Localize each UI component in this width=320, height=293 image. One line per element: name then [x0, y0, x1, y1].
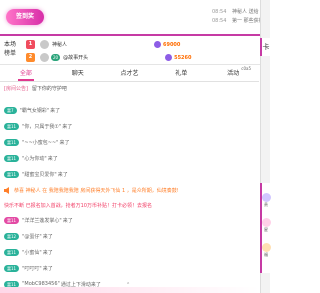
rail-mid-panel: 贵 星 福 [260, 183, 271, 273]
rank-title: 本场榜单 [4, 41, 17, 57]
join-text: 来了 [62, 217, 73, 224]
username[interactable]: "小蜜仙" [22, 249, 42, 256]
horn-icon [4, 186, 9, 194]
join-text: 来了 [42, 233, 53, 240]
level-badge: 富11 [4, 170, 20, 178]
join-text: 来了 [59, 139, 70, 146]
coin-icon [154, 41, 161, 48]
banner-message: 08:54 神秘人 送给 专属 [212, 8, 262, 17]
bottom-bar [0, 287, 259, 293]
tab-talent[interactable]: 点才艺 [104, 66, 156, 81]
rail-icon-2[interactable] [262, 218, 271, 227]
tabs-badge: c0a5 [241, 66, 251, 71]
level-badge: 富12 [4, 232, 20, 240]
username[interactable]: "~~小蜜包~~" [22, 139, 58, 146]
username[interactable]: "霸气女钢彩" [20, 107, 50, 114]
username[interactable]: "@蛋仔" [22, 233, 42, 240]
banner-message-time: 08:54 [212, 18, 227, 24]
join-text: 来了 [62, 123, 73, 130]
chat-message: 富11 "~~小蜜包~~" 来了 [4, 137, 69, 147]
banner-messages: 08:54 神秘人 送给 专属 08:54 第一 那些获得勋章 [212, 8, 262, 26]
signin-badge[interactable]: 签到奖 [6, 9, 44, 25]
coin-icon [165, 54, 173, 61]
username[interactable]: "叮叮叮" [22, 265, 42, 272]
username[interactable]: "心为你动" [22, 155, 47, 162]
rank-row[interactable]: 2 20 @故事开头 55260 [26, 52, 256, 63]
banner-message-text: 第一 那些获得勋章 [232, 18, 262, 24]
level-badge: 富11 [4, 154, 20, 162]
rank-name: 神秘人 [52, 42, 68, 48]
rank-panel: 本场榜单 1 神秘人 69000 2 20 @故事开头 55260 [0, 38, 260, 65]
banner-message: 08:54 第一 那些获得勋章 [212, 17, 262, 26]
notice-text: 留下你的守护吧 [31, 86, 67, 92]
chat-message: 富11 "你，只属于我①" 来了 [4, 121, 72, 131]
level-badge: 富11 [4, 248, 20, 256]
username[interactable]: "你，只属于我①" [22, 123, 61, 130]
avatar [40, 40, 49, 49]
rail-label-2: 星 [264, 227, 268, 232]
chat-message: 富11 "甜蜜宝贝爱你" 来了 [4, 169, 68, 179]
tab-activity[interactable]: 活动 [207, 66, 259, 81]
system-text: 恭喜 神秘人 在 我陪我陪我陪 房间获得天外飞仙 1 ，是众所期，仙境奏鼓! [14, 187, 179, 194]
chat-message: 富12 "@蛋仔" 来了 [4, 231, 53, 241]
level-badge: 富11 [4, 216, 20, 224]
tab-chat[interactable]: 聊天 [52, 66, 104, 81]
level-badge: 20 [51, 54, 61, 61]
rank-row[interactable]: 1 神秘人 69000 [26, 39, 256, 50]
join-text: 来了 [47, 155, 58, 162]
top-banner: 签到奖 08:54 神秘人 送给 专属 08:54 第一 那些获得勋章 [0, 0, 262, 36]
room-notice: [房间公告] 留下你的守护吧 [4, 85, 256, 94]
chat-message: 富11 "小蜜仙" 来了 [4, 247, 53, 257]
promo-message[interactable]: 快乐不断 已报名加入首战，抢者万10万币补贴！打卡必领！去报名 [4, 200, 152, 210]
notice-tag: [房间公告] [4, 86, 28, 92]
chat-message: 富11 "心为你动" 来了 [4, 153, 58, 163]
username[interactable]: "甜蜜宝贝爱你" [22, 171, 57, 178]
join-text: 来了 [42, 249, 53, 256]
tab-gifts[interactable]: 礼单 [155, 66, 207, 81]
rail-label-3: 福 [264, 252, 268, 257]
chat-message: 富11 "洋洋兰莲发掌心" 来了 [4, 215, 73, 225]
rail-label-1: 贵 [264, 202, 268, 207]
banner-message-time: 08:54 [212, 9, 227, 15]
username[interactable]: "洋洋兰莲发掌心" [22, 217, 62, 224]
level-badge: 富7 [4, 106, 17, 114]
join-text: 来了 [50, 107, 61, 114]
promo-text[interactable]: 快乐不断 已报名加入首战，抢者万10万币补贴！打卡必领！去报名 [4, 202, 152, 209]
avatar [40, 53, 49, 62]
rail-top-button[interactable]: 卡 [260, 38, 270, 56]
system-message: 恭喜 神秘人 在 我陪我陪我陪 房间获得天外飞仙 1 ，是众所期，仙境奏鼓! [4, 185, 179, 195]
chat-message: 富7 "霸气女钢彩" 来了 [4, 105, 60, 115]
level-badge: 富11 [4, 138, 20, 146]
rank-coins: 55260 [174, 54, 192, 61]
chat-message: 富11 "叮叮叮" 来了 [4, 263, 53, 273]
rank-number: 1 [26, 40, 35, 49]
level-badge: 富11 [4, 264, 20, 272]
chat-tabs: 全部 聊天 点才艺 礼单 活动 c0a5 [0, 66, 259, 82]
rank-coins: 69000 [163, 41, 181, 48]
join-text: 来了 [57, 171, 68, 178]
tab-all[interactable]: 全部 [0, 66, 52, 81]
chat-feed[interactable]: 富7 "霸气女钢彩" 来了 富11 "你，只属于我①" 来了 富11 "~~小蜜… [0, 95, 259, 293]
rank-number: 2 [26, 53, 35, 62]
rail-icon-3[interactable] [262, 243, 271, 252]
join-text: 来了 [42, 265, 53, 272]
banner-message-text: 神秘人 送给 专属 [232, 9, 262, 15]
rank-name: @故事开头 [63, 55, 89, 61]
rail-icon-1[interactable] [262, 193, 271, 202]
level-badge: 富11 [4, 122, 20, 130]
